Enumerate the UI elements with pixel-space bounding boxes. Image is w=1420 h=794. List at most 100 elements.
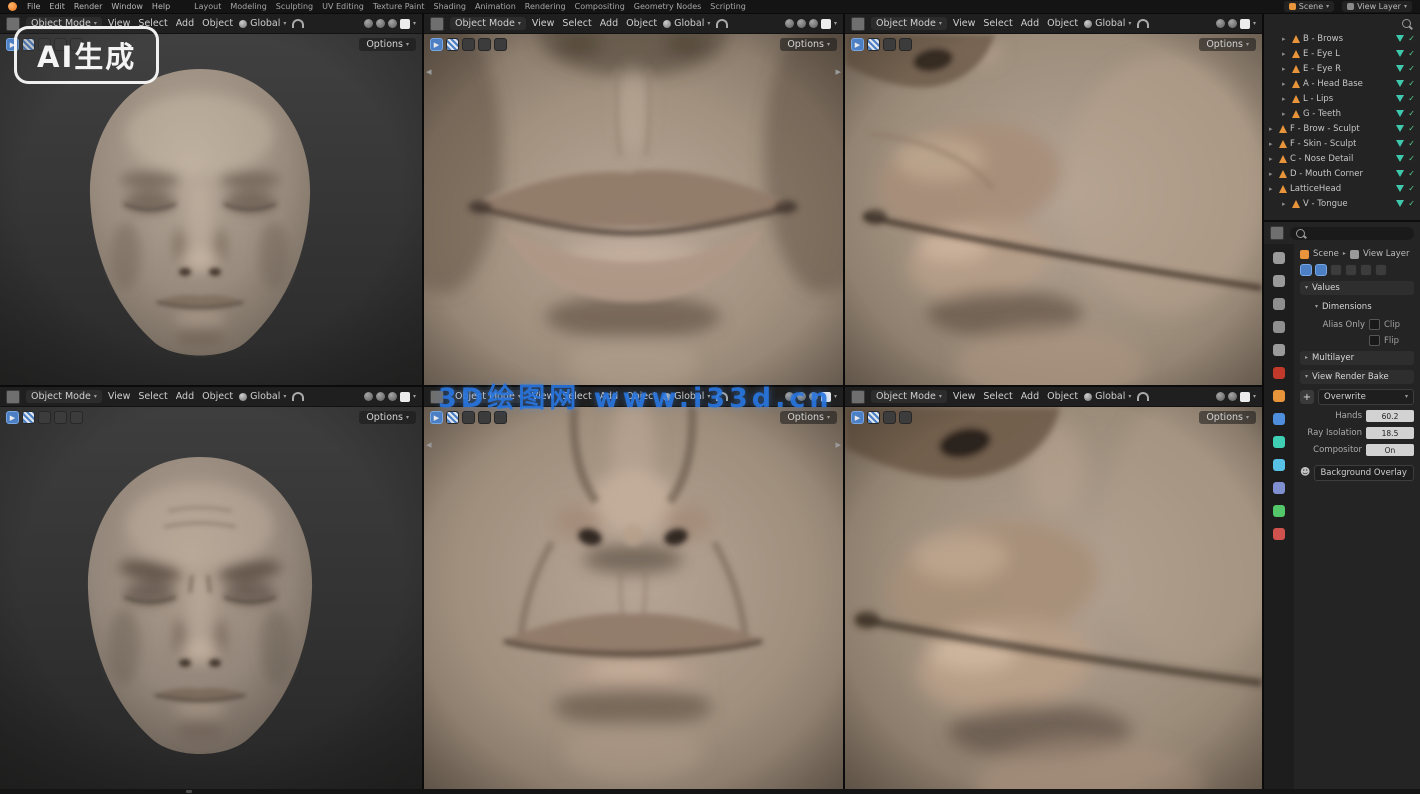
section-values[interactable]: ▾ Values bbox=[1300, 281, 1414, 295]
solid-shading-icon[interactable] bbox=[797, 19, 806, 28]
material-shading-icon[interactable] bbox=[388, 392, 397, 401]
properties-tab[interactable] bbox=[1268, 526, 1290, 542]
value-field[interactable]: 18.5 bbox=[1366, 427, 1414, 439]
viewport-menu-item[interactable]: Select bbox=[983, 18, 1012, 29]
disclosure-icon[interactable]: ▸ bbox=[1269, 125, 1276, 133]
visibility-toggle-icon[interactable]: ✓ bbox=[1408, 95, 1415, 103]
outliner-row[interactable]: ▸ E - Eye L ✓ bbox=[1264, 46, 1420, 61]
viewport-bottom-middle[interactable]: Object Mode ▾ ViewSelectAddObject Global… bbox=[424, 387, 843, 789]
outliner-row[interactable]: ▸ D - Mouth Corner ✓ bbox=[1264, 166, 1420, 181]
properties-tab[interactable] bbox=[1268, 365, 1290, 381]
outliner-row[interactable]: ▸ C - Nose Detail ✓ bbox=[1264, 151, 1420, 166]
search-icon[interactable] bbox=[1402, 19, 1411, 28]
options-dropdown[interactable]: Options ▾ bbox=[359, 38, 416, 51]
snap-magnet-icon[interactable] bbox=[292, 392, 304, 401]
workspace-tab[interactable]: Scripting bbox=[710, 2, 746, 11]
mode-dropdown[interactable]: Object Mode ▾ bbox=[871, 17, 947, 30]
orientation-dropdown[interactable]: Global ▾ bbox=[663, 18, 710, 29]
disclosure-icon[interactable]: ▸ bbox=[1282, 80, 1289, 88]
mode-dropdown[interactable]: Object Mode ▾ bbox=[871, 390, 947, 403]
workspace-tab[interactable]: Animation bbox=[475, 2, 516, 11]
pass-toggle-icon[interactable] bbox=[1330, 264, 1342, 276]
rendered-shading-icon[interactable] bbox=[821, 19, 831, 29]
properties-tab[interactable] bbox=[1268, 411, 1290, 427]
outliner-row[interactable]: ▸ F - Skin - Sculpt ✓ bbox=[1264, 136, 1420, 151]
orientation-dropdown[interactable]: Global ▾ bbox=[1084, 391, 1131, 402]
value-field[interactable]: 60.2 bbox=[1366, 410, 1414, 422]
orientation-dropdown[interactable]: Global ▾ bbox=[239, 391, 286, 402]
viewport-menu-item[interactable]: Add bbox=[1021, 18, 1039, 29]
background-overlay-field[interactable]: Background Overlay bbox=[1314, 465, 1414, 481]
exclude-toggle-icon[interactable] bbox=[1396, 65, 1404, 72]
properties-tab[interactable] bbox=[1268, 503, 1290, 519]
viewport-canvas[interactable]: ▶ Options ▾ bbox=[0, 34, 422, 385]
viewport-menu-item[interactable]: Object bbox=[626, 18, 657, 29]
disclosure-icon[interactable]: ▸ bbox=[1282, 200, 1289, 208]
viewport-canvas[interactable]: ▶ Options ▾ bbox=[845, 34, 1262, 385]
properties-editor[interactable]: Scene ▸ View Layer ▾ Values bbox=[1264, 222, 1420, 789]
disclosure-icon[interactable]: ▸ bbox=[1269, 155, 1276, 163]
outliner-row[interactable]: ▸ L - Lips ✓ bbox=[1264, 91, 1420, 106]
disclosure-icon[interactable]: ▸ bbox=[1282, 35, 1289, 43]
rendered-shading-icon[interactable] bbox=[400, 19, 410, 29]
properties-tab[interactable] bbox=[1268, 273, 1290, 289]
properties-tab[interactable] bbox=[1268, 388, 1290, 404]
properties-tab[interactable] bbox=[1268, 342, 1290, 358]
outliner-row[interactable]: ▸ LatticeHead ✓ bbox=[1264, 181, 1420, 196]
outliner-row[interactable]: ▸ V - Tongue ✓ bbox=[1264, 196, 1420, 211]
viewport-top-middle[interactable]: Object Mode ▾ ViewSelectAddObject Global… bbox=[424, 14, 843, 385]
topbar-menu-item[interactable]: Render bbox=[74, 2, 102, 11]
solid-shading-icon[interactable] bbox=[1228, 19, 1237, 28]
snap-magnet-icon[interactable] bbox=[716, 19, 728, 28]
viewport-menu-item[interactable]: Add bbox=[600, 18, 618, 29]
editor-type-icon[interactable] bbox=[430, 17, 444, 31]
visibility-toggle-icon[interactable]: ✓ bbox=[1408, 140, 1415, 148]
viewport-menu-item[interactable]: Add bbox=[1021, 391, 1039, 402]
shading-mode-group[interactable]: ▾ bbox=[364, 19, 416, 29]
pass-toggle-icon[interactable] bbox=[1300, 264, 1312, 276]
outliner-row[interactable]: ▸ A - Head Base ✓ bbox=[1264, 76, 1420, 91]
solid-shading-icon[interactable] bbox=[376, 392, 385, 401]
viewport-menu-item[interactable]: View bbox=[532, 18, 555, 29]
workspace-tab[interactable]: Shading bbox=[433, 2, 466, 11]
solid-shading-icon[interactable] bbox=[376, 19, 385, 28]
viewport-menu-item[interactable]: Select bbox=[138, 391, 167, 402]
shading-mode-group[interactable]: ▾ bbox=[785, 19, 837, 29]
outliner-row[interactable]: ▸ B - Brows ✓ bbox=[1264, 31, 1420, 46]
options-dropdown[interactable]: Options ▾ bbox=[1199, 38, 1256, 51]
properties-search[interactable] bbox=[1290, 227, 1414, 240]
overwrite-field[interactable]: Overwrite ▾ bbox=[1318, 389, 1414, 405]
viewport-menu-item[interactable]: Add bbox=[176, 391, 194, 402]
disclosure-icon[interactable]: ▸ bbox=[1282, 110, 1289, 118]
scene-selector[interactable]: Scene ▾ bbox=[1284, 1, 1334, 12]
workspace-tab[interactable]: UV Editing bbox=[322, 2, 364, 11]
viewport-menu-item[interactable]: View bbox=[953, 391, 976, 402]
collapse-right-icon[interactable]: ▸ bbox=[835, 439, 841, 450]
exclude-toggle-icon[interactable] bbox=[1396, 35, 1404, 42]
wireframe-shading-icon[interactable] bbox=[364, 392, 373, 401]
shading-mode-group[interactable]: ▾ bbox=[1216, 19, 1256, 29]
section-view-render[interactable]: ▾ View Render Bake bbox=[1300, 370, 1414, 384]
visibility-toggle-icon[interactable]: ✓ bbox=[1408, 65, 1415, 73]
topbar-menu-item[interactable]: Help bbox=[152, 2, 170, 11]
disclosure-icon[interactable]: ▸ bbox=[1282, 95, 1289, 103]
properties-tab[interactable] bbox=[1268, 296, 1290, 312]
pass-toggle-icon[interactable] bbox=[1360, 264, 1372, 276]
editor-type-icon[interactable] bbox=[851, 17, 865, 31]
section-multilayer[interactable]: ▸ Multilayer bbox=[1300, 351, 1414, 365]
topbar-menu-item[interactable]: Window bbox=[111, 2, 143, 11]
outliner-row[interactable]: ▸ G - Teeth ✓ bbox=[1264, 106, 1420, 121]
viewport-menu-item[interactable]: View bbox=[953, 18, 976, 29]
viewport-canvas[interactable]: ▶ Options ▾ bbox=[0, 407, 422, 789]
section-dimensions[interactable]: ▾ Dimensions bbox=[1310, 300, 1414, 314]
editor-type-icon[interactable] bbox=[6, 390, 20, 404]
visibility-toggle-icon[interactable]: ✓ bbox=[1408, 185, 1415, 193]
wireframe-shading-icon[interactable] bbox=[364, 19, 373, 28]
collapse-left-icon[interactable]: ◂ bbox=[426, 66, 432, 77]
snap-magnet-icon[interactable] bbox=[292, 19, 304, 28]
viewport-menu-item[interactable]: Object bbox=[1047, 391, 1078, 402]
pass-toggle-icon[interactable] bbox=[1315, 264, 1327, 276]
shading-mode-group[interactable]: ▾ bbox=[1216, 392, 1256, 402]
wireframe-shading-icon[interactable] bbox=[1216, 19, 1225, 28]
add-button[interactable]: + bbox=[1300, 390, 1314, 404]
